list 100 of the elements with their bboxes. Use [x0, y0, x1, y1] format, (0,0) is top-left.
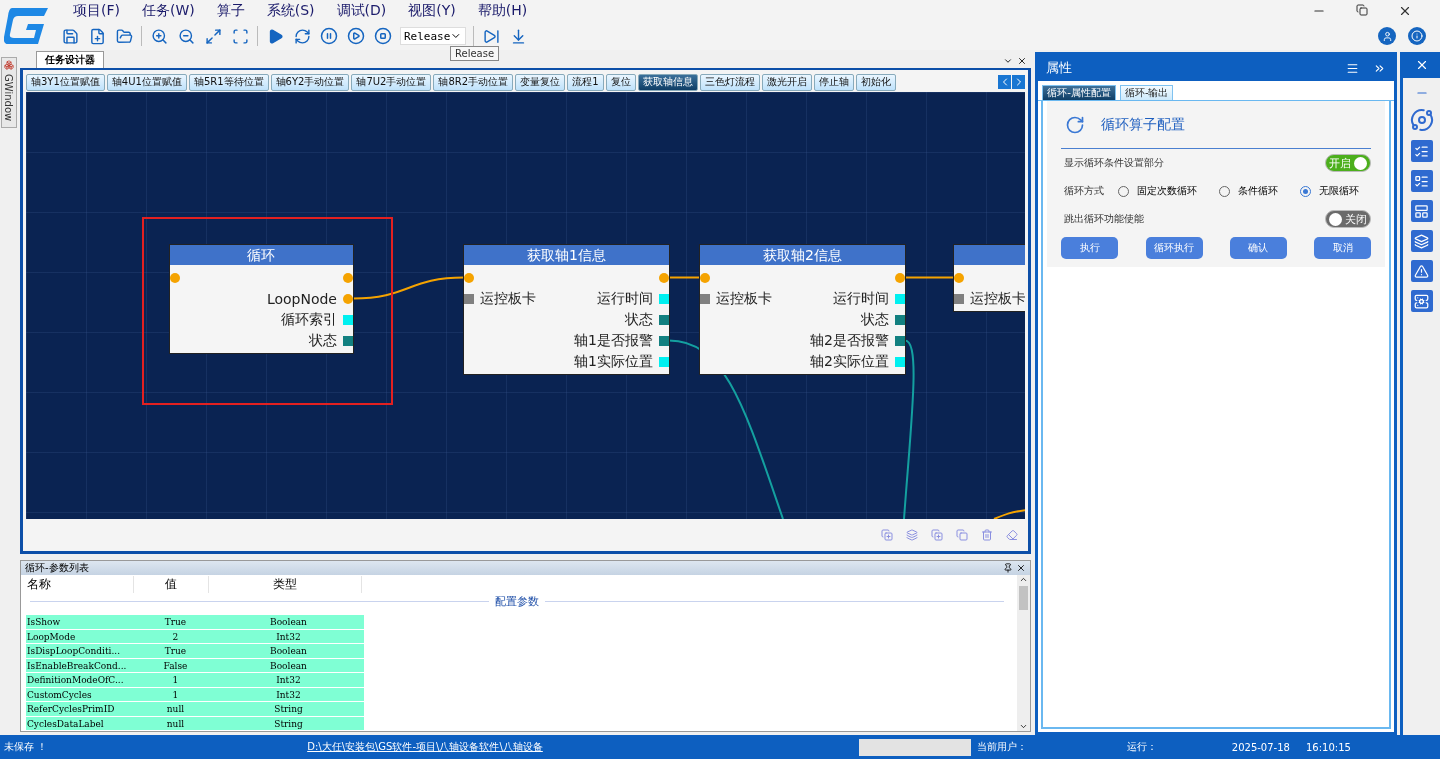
- parameter-row[interactable]: IsDispLoopConditi... True Boolean: [26, 644, 364, 659]
- document-tab[interactable]: 任务设计器: [36, 51, 104, 68]
- input-port[interactable]: [464, 293, 474, 304]
- action-button[interactable]: 取消: [1314, 237, 1371, 259]
- list-settings-icon[interactable]: [1410, 170, 1433, 192]
- close-icon[interactable]: [1398, 4, 1412, 18]
- zoom-in-icon[interactable]: [149, 26, 169, 46]
- action-button[interactable]: 确认: [1229, 237, 1287, 259]
- close-icon[interactable]: [1016, 563, 1027, 573]
- output-port[interactable]: [659, 335, 669, 346]
- scroll-right-icon[interactable]: [1012, 75, 1026, 89]
- action-button[interactable]: 循环执行: [1145, 237, 1203, 259]
- menu-icon[interactable]: [1346, 61, 1359, 75]
- stop-icon[interactable]: [373, 26, 393, 46]
- flow-tab[interactable]: 变量复位: [515, 73, 566, 91]
- build-config-dropdown[interactable]: Release: [400, 27, 466, 45]
- checklist-icon[interactable]: [1410, 140, 1433, 162]
- operator-node[interactable]: 获取轴1信息 运控板卡 运行时间 状态 轴1是否报警 轴1实际位置: [464, 245, 669, 374]
- node-title: 获取轴1信息: [464, 245, 669, 265]
- operator-node[interactable]: 循环 LoopNode 循环索引 状态: [170, 245, 353, 353]
- restore-icon[interactable]: [1356, 4, 1368, 16]
- refresh-icon[interactable]: [292, 26, 312, 46]
- side-tab[interactable]: GWindow: [1, 57, 17, 129]
- radio-label: 条件循环: [1238, 184, 1279, 198]
- scroll-left-icon[interactable]: [998, 75, 1012, 89]
- save-icon[interactable]: [60, 26, 80, 46]
- menu-item[interactable]: 系统(S): [255, 2, 326, 20]
- scroll-up-icon[interactable]: [1019, 575, 1029, 584]
- zoom-out-icon[interactable]: [176, 26, 196, 46]
- flow-tab[interactable]: 流程1: [567, 73, 604, 91]
- radio-option[interactable]: 固定次数循环: [1118, 184, 1198, 198]
- warning-icon[interactable]: [1410, 260, 1433, 282]
- input-port[interactable]: [464, 272, 474, 283]
- step-icon[interactable]: [346, 26, 366, 46]
- input-port[interactable]: [954, 272, 964, 283]
- eraser-icon[interactable]: [1006, 529, 1019, 541]
- flow-tab[interactable]: 轴7U2手动位置: [351, 73, 432, 91]
- output-port[interactable]: [895, 335, 905, 346]
- user-icon[interactable]: [1378, 27, 1396, 45]
- output-port[interactable]: [343, 335, 353, 346]
- pin-icon[interactable]: [1003, 563, 1014, 573]
- layout-icon[interactable]: [1410, 200, 1433, 222]
- menu-item[interactable]: 视图(Y): [397, 2, 467, 20]
- flow-tab[interactable]: 三色灯流程: [699, 73, 760, 91]
- close-icon[interactable]: [1017, 56, 1028, 66]
- layers-icon[interactable]: [1410, 230, 1433, 252]
- info-icon[interactable]: [1408, 27, 1426, 45]
- menu-item[interactable]: 算子: [205, 2, 256, 20]
- property-tab[interactable]: 循环-属性配置: [1042, 85, 1116, 100]
- flow-tab[interactable]: 轴4U1位置赋值: [106, 73, 187, 91]
- table-cell-text: IsDispLoopConditi...: [26, 645, 122, 658]
- fit-view-icon[interactable]: [230, 26, 250, 46]
- property-tab[interactable]: 循环-输出: [1119, 85, 1174, 100]
- project-path-link[interactable]: D:\大任\安装包\GS软件-项目\八轴设备软件\八轴设备: [307, 740, 543, 754]
- flow-tab[interactable]: 获取轴信息: [637, 73, 698, 91]
- input-port[interactable]: [954, 293, 964, 304]
- flow-tab[interactable]: 复位: [605, 73, 636, 91]
- port-label: 运行时间: [597, 289, 653, 308]
- orbit-icon[interactable]: [1409, 108, 1434, 132]
- delete-icon[interactable]: [981, 529, 994, 541]
- flow-tab[interactable]: 轴5R1等待位置: [188, 73, 269, 91]
- action-button[interactable]: 执行: [1061, 237, 1119, 259]
- side-tab-label: GWindow: [3, 74, 15, 122]
- duplicate-icon[interactable]: [931, 529, 944, 541]
- dropdown-icon[interactable]: [1003, 56, 1014, 66]
- parameter-row[interactable]: IsShow True Boolean: [26, 615, 364, 630]
- parameter-row[interactable]: DefinitionModeOfC... 1 Int32: [26, 673, 364, 688]
- pause-icon[interactable]: [319, 26, 339, 46]
- port-label: 轴1是否报警: [574, 331, 653, 350]
- menu-item[interactable]: 项目(F): [62, 2, 131, 20]
- toggle-switch[interactable]: 关闭: [1325, 210, 1371, 228]
- flow-tab[interactable]: 轴8R2手动位置: [433, 73, 514, 91]
- column-header: 类型: [209, 575, 362, 593]
- output-port[interactable]: [895, 314, 905, 325]
- operator-node[interactable]: 运控板卡: [954, 245, 1026, 311]
- scrollbar-thumb[interactable]: [1019, 586, 1029, 610]
- scroll-down-icon[interactable]: [1019, 722, 1029, 731]
- expand-icon[interactable]: [203, 26, 223, 46]
- scrollbar[interactable]: [1017, 575, 1031, 731]
- menu-item[interactable]: 帮助(H): [466, 2, 539, 20]
- port-label: 轴2是否报警: [810, 331, 889, 350]
- flow-tab[interactable]: 轴3Y1位置赋值: [26, 73, 105, 91]
- radio-option[interactable]: 条件循环: [1219, 184, 1279, 198]
- menu-item[interactable]: 调试(D): [325, 2, 398, 20]
- setting-label: 跳出循环功能使能: [1064, 212, 1145, 226]
- radio-option[interactable]: 无限循环: [1300, 184, 1360, 198]
- input-port[interactable]: [700, 272, 710, 283]
- output-port[interactable]: [659, 314, 669, 325]
- open-folder-icon[interactable]: [114, 26, 134, 46]
- flow-tab[interactable]: 激光开启: [761, 73, 812, 91]
- input-port[interactable]: [700, 293, 710, 304]
- operator-node[interactable]: 获取轴2信息 运控板卡 运行时间 状态 轴2是否报警 轴2实际位置: [700, 245, 905, 374]
- menu-item[interactable]: 任务(W): [131, 2, 206, 20]
- parameter-row[interactable]: ReferCyclesPrimID null String: [26, 702, 364, 717]
- flow-tab[interactable]: 停止轴: [813, 73, 854, 91]
- flow-tab[interactable]: 初始化: [855, 73, 896, 91]
- flow-tab[interactable]: 轴6Y2手动位置: [270, 73, 350, 91]
- input-port[interactable]: [170, 272, 180, 283]
- table-cell-text: null: [165, 717, 186, 730]
- server-icon[interactable]: [1410, 290, 1433, 312]
